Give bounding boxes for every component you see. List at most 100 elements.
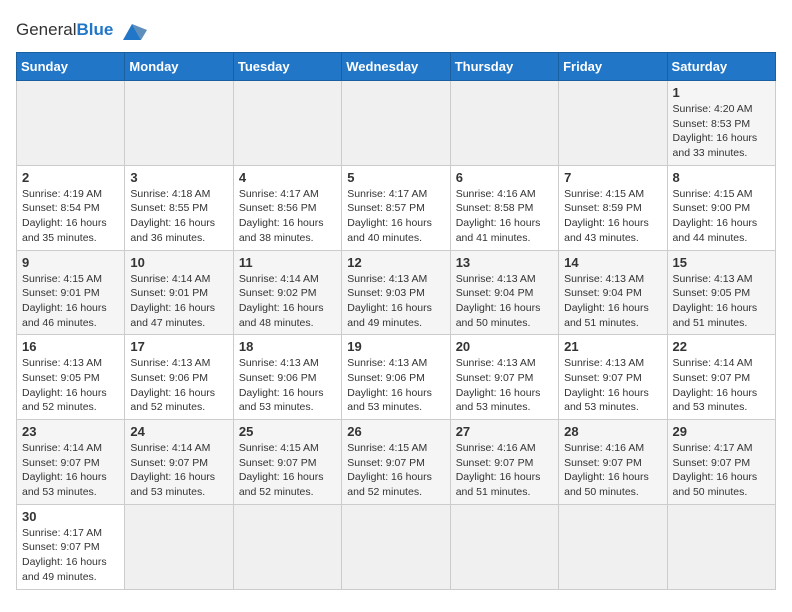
calendar-cell [667,504,775,589]
calendar-cell: 19 Sunrise: 4:13 AMSunset: 9:06 PMDayligh… [342,335,450,420]
day-number: 22 [673,339,770,354]
day-info: Sunrise: 4:13 AMSunset: 9:04 PMDaylight:… [564,272,661,331]
day-number: 6 [456,170,553,185]
calendar-cell: 5 Sunrise: 4:17 AMSunset: 8:57 PMDaylight… [342,165,450,250]
day-info: Sunrise: 4:14 AMSunset: 9:07 PMDaylight:… [673,356,770,415]
day-info: Sunrise: 4:20 AMSunset: 8:53 PMDaylight:… [673,102,770,161]
day-number: 21 [564,339,661,354]
calendar-cell: 13 Sunrise: 4:13 AMSunset: 9:04 PMDayligh… [450,250,558,335]
calendar-cell: 14 Sunrise: 4:13 AMSunset: 9:04 PMDayligh… [559,250,667,335]
day-number: 15 [673,255,770,270]
day-number: 8 [673,170,770,185]
day-info: Sunrise: 4:15 AMSunset: 9:01 PMDaylight:… [22,272,119,331]
day-number: 4 [239,170,336,185]
calendar-cell: 26Sunrise: 4:15 AMSunset: 9:07 PMDayligh… [342,420,450,505]
day-number: 24 [130,424,227,439]
day-info: Sunrise: 4:15 AMSunset: 9:00 PMDaylight:… [673,187,770,246]
day-info: Sunrise: 4:13 AMSunset: 9:05 PMDaylight:… [673,272,770,331]
day-number: 1 [673,85,770,100]
week-row-4: 16 Sunrise: 4:13 AMSunset: 9:05 PMDayligh… [17,335,776,420]
day-number: 14 [564,255,661,270]
day-number: 30 [22,509,119,524]
day-info: Sunrise: 4:13 AMSunset: 9:06 PMDaylight:… [347,356,444,415]
column-header-sunday: Sunday [17,53,125,81]
calendar-cell [559,504,667,589]
calendar-cell: 17 Sunrise: 4:13 AMSunset: 9:06 PMDayligh… [125,335,233,420]
calendar-cell: 20Sunrise: 4:13 AMSunset: 9:07 PMDayligh… [450,335,558,420]
day-number: 12 [347,255,444,270]
day-number: 19 [347,339,444,354]
day-number: 29 [673,424,770,439]
day-number: 26 [347,424,444,439]
day-number: 5 [347,170,444,185]
logo-text: GeneralBlue [16,20,113,40]
calendar-cell: 24 Sunrise: 4:14 AMSunset: 9:07 PMDayligh… [125,420,233,505]
logo-icon [117,16,147,44]
week-row-1: 1 Sunrise: 4:20 AMSunset: 8:53 PMDaylight… [17,81,776,166]
day-info: Sunrise: 4:13 AMSunset: 9:04 PMDaylight:… [456,272,553,331]
calendar-cell [450,81,558,166]
calendar-cell: 27Sunrise: 4:16 AMSunset: 9:07 PMDayligh… [450,420,558,505]
day-info: Sunrise: 4:18 AMSunset: 8:55 PMDaylight:… [130,187,227,246]
calendar-cell: 22 Sunrise: 4:14 AMSunset: 9:07 PMDayligh… [667,335,775,420]
week-row-5: 23 Sunrise: 4:14 AMSunset: 9:07 PMDayligh… [17,420,776,505]
week-row-2: 2Sunrise: 4:19 AMSunset: 8:54 PMDaylight… [17,165,776,250]
calendar-cell: 18Sunrise: 4:13 AMSunset: 9:06 PMDayligh… [233,335,341,420]
day-info: Sunrise: 4:13 AMSunset: 9:03 PMDaylight:… [347,272,444,331]
calendar-cell: 29Sunrise: 4:17 AMSunset: 9:07 PMDayligh… [667,420,775,505]
calendar-cell: 30Sunrise: 4:17 AMSunset: 9:07 PMDayligh… [17,504,125,589]
day-info: Sunrise: 4:15 AMSunset: 9:07 PMDaylight:… [239,441,336,500]
calendar-cell: 3Sunrise: 4:18 AMSunset: 8:55 PMDaylight… [125,165,233,250]
page-header: GeneralBlue [16,16,776,44]
column-header-thursday: Thursday [450,53,558,81]
calendar-cell: 1 Sunrise: 4:20 AMSunset: 8:53 PMDaylight… [667,81,775,166]
day-number: 20 [456,339,553,354]
day-number: 11 [239,255,336,270]
day-info: Sunrise: 4:19 AMSunset: 8:54 PMDaylight:… [22,187,119,246]
calendar-cell: 6 Sunrise: 4:16 AMSunset: 8:58 PMDaylight… [450,165,558,250]
calendar-cell: 2Sunrise: 4:19 AMSunset: 8:54 PMDaylight… [17,165,125,250]
calendar-cell: 16 Sunrise: 4:13 AMSunset: 9:05 PMDayligh… [17,335,125,420]
day-info: Sunrise: 4:14 AMSunset: 9:07 PMDaylight:… [22,441,119,500]
day-info: Sunrise: 4:16 AMSunset: 9:07 PMDaylight:… [564,441,661,500]
calendar-cell: 12 Sunrise: 4:13 AMSunset: 9:03 PMDayligh… [342,250,450,335]
column-header-friday: Friday [559,53,667,81]
day-number: 17 [130,339,227,354]
logo: GeneralBlue [16,16,147,44]
day-info: Sunrise: 4:13 AMSunset: 9:07 PMDaylight:… [564,356,661,415]
calendar-cell: 10 Sunrise: 4:14 AMSunset: 9:01 PMDayligh… [125,250,233,335]
day-info: Sunrise: 4:17 AMSunset: 8:56 PMDaylight:… [239,187,336,246]
day-info: Sunrise: 4:13 AMSunset: 9:06 PMDaylight:… [130,356,227,415]
day-number: 28 [564,424,661,439]
day-info: Sunrise: 4:13 AMSunset: 9:05 PMDaylight:… [22,356,119,415]
day-number: 9 [22,255,119,270]
day-info: Sunrise: 4:15 AMSunset: 8:59 PMDaylight:… [564,187,661,246]
calendar-cell [342,81,450,166]
calendar-cell: 25 Sunrise: 4:15 AMSunset: 9:07 PMDayligh… [233,420,341,505]
day-number: 16 [22,339,119,354]
calendar-cell [450,504,558,589]
calendar-cell: 11Sunrise: 4:14 AMSunset: 9:02 PMDayligh… [233,250,341,335]
calendar-cell: 7Sunrise: 4:15 AMSunset: 8:59 PMDaylight… [559,165,667,250]
calendar-cell [342,504,450,589]
day-number: 10 [130,255,227,270]
day-number: 18 [239,339,336,354]
day-number: 25 [239,424,336,439]
day-info: Sunrise: 4:14 AMSunset: 9:07 PMDaylight:… [130,441,227,500]
day-info: Sunrise: 4:14 AMSunset: 9:01 PMDaylight:… [130,272,227,331]
calendar-cell: 8 Sunrise: 4:15 AMSunset: 9:00 PMDaylight… [667,165,775,250]
week-row-3: 9 Sunrise: 4:15 AMSunset: 9:01 PMDaylight… [17,250,776,335]
column-header-wednesday: Wednesday [342,53,450,81]
day-info: Sunrise: 4:17 AMSunset: 8:57 PMDaylight:… [347,187,444,246]
day-info: Sunrise: 4:16 AMSunset: 8:58 PMDaylight:… [456,187,553,246]
day-number: 13 [456,255,553,270]
calendar-cell: 21 Sunrise: 4:13 AMSunset: 9:07 PMDayligh… [559,335,667,420]
column-header-saturday: Saturday [667,53,775,81]
calendar-cell: 15 Sunrise: 4:13 AMSunset: 9:05 PMDayligh… [667,250,775,335]
day-number: 23 [22,424,119,439]
calendar-header-row: SundayMondayTuesdayWednesdayThursdayFrid… [17,53,776,81]
day-info: Sunrise: 4:16 AMSunset: 9:07 PMDaylight:… [456,441,553,500]
calendar-table: SundayMondayTuesdayWednesdayThursdayFrid… [16,52,776,590]
calendar-cell [17,81,125,166]
calendar-cell [125,81,233,166]
